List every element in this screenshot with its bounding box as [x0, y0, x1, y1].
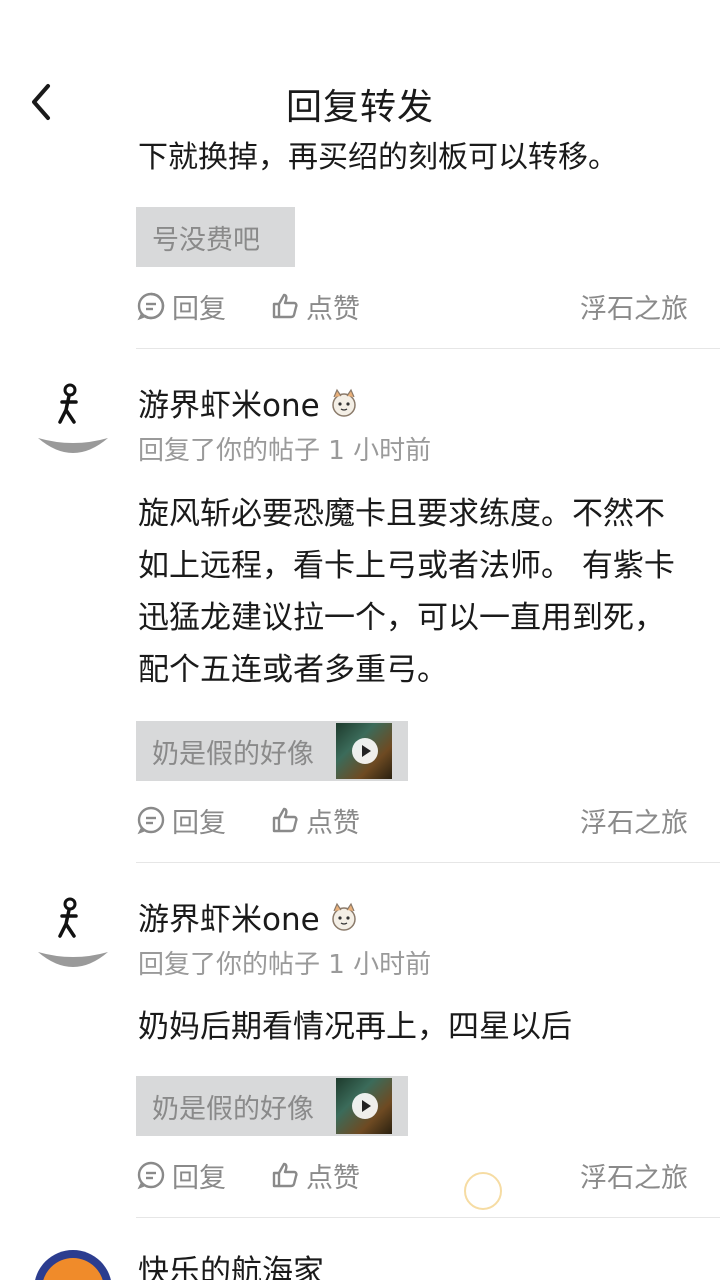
comment-actions: 回复 点赞 浮石之旅: [136, 284, 696, 328]
username-text: 游界虾米one: [138, 388, 320, 424]
quoted-post[interactable]: 号没费吧: [136, 207, 295, 267]
page-title: 回复转发: [285, 87, 434, 128]
comment-icon: [137, 806, 165, 835]
reply-button[interactable]: 回复: [136, 1153, 226, 1197]
thumbs-up-icon: [272, 293, 298, 319]
video-thumbnail: [336, 1078, 392, 1134]
cat-badge-icon: [328, 901, 360, 933]
reply-label: 回复: [172, 293, 226, 325]
like-label: 点赞: [306, 1162, 360, 1194]
thumbs-up-icon: [272, 807, 298, 833]
floating-assist-button[interactable]: [464, 1172, 502, 1210]
quoted-post-text: 号没费吧: [152, 224, 260, 256]
comment-icon: [137, 292, 165, 321]
avatar[interactable]: [34, 1250, 112, 1280]
comment-meta: 回复了你的帖子 1 小时前: [138, 950, 432, 980]
quoted-post[interactable]: 奶是假的好像: [136, 1076, 408, 1136]
reply-button[interactable]: 回复: [136, 798, 226, 842]
like-button[interactable]: 点赞: [270, 798, 360, 842]
like-button[interactable]: 点赞: [270, 284, 360, 328]
video-thumbnail: [336, 723, 392, 779]
play-icon: [352, 1093, 378, 1119]
source-forum-link[interactable]: 浮石之旅: [580, 798, 688, 842]
fox-avatar-icon: [42, 1258, 104, 1280]
quoted-post-text: 奶是假的好像: [152, 1093, 314, 1125]
comment-content: 奶妈后期看情况再上，四星以后: [138, 1009, 572, 1045]
username[interactable]: 游界虾米one: [138, 894, 360, 939]
divider: [136, 348, 720, 349]
play-icon: [352, 738, 378, 764]
comment-actions: 回复 点赞 浮石之旅: [136, 798, 696, 842]
comment-meta: 回复了你的帖子 1 小时前: [138, 436, 432, 466]
source-forum-link[interactable]: 浮石之旅: [580, 284, 688, 328]
divider: [136, 1217, 720, 1218]
like-button[interactable]: 点赞: [270, 1153, 360, 1197]
avatar[interactable]: [36, 382, 110, 456]
username-text: 快乐的航海家: [138, 1254, 324, 1280]
username-text: 游界虾米one: [138, 902, 320, 938]
username[interactable]: 快乐的航海家: [138, 1246, 324, 1280]
quoted-post-text: 奶是假的好像: [152, 738, 314, 770]
thumbs-up-icon: [272, 1162, 298, 1188]
comment-actions: 回复 点赞 浮石之旅: [136, 1153, 696, 1197]
avatar[interactable]: [36, 896, 110, 970]
cat-badge-icon: [328, 387, 360, 419]
reply-label: 回复: [172, 1162, 226, 1194]
comment-content: 旋风斩必要恐魔卡且要求练度。不然不如上远程，看卡上弓或者法师。 有紫卡迅猛龙建议…: [138, 496, 675, 688]
quoted-post[interactable]: 奶是假的好像: [136, 721, 408, 781]
like-label: 点赞: [306, 293, 360, 325]
reply-button[interactable]: 回复: [136, 284, 226, 328]
username[interactable]: 游界虾米one: [138, 380, 360, 425]
divider: [136, 862, 720, 863]
reply-label: 回复: [172, 807, 226, 839]
top-bar: 回复转发: [0, 0, 720, 140]
source-forum-link[interactable]: 浮石之旅: [580, 1153, 688, 1197]
comment-icon: [137, 1161, 165, 1190]
like-label: 点赞: [306, 807, 360, 839]
